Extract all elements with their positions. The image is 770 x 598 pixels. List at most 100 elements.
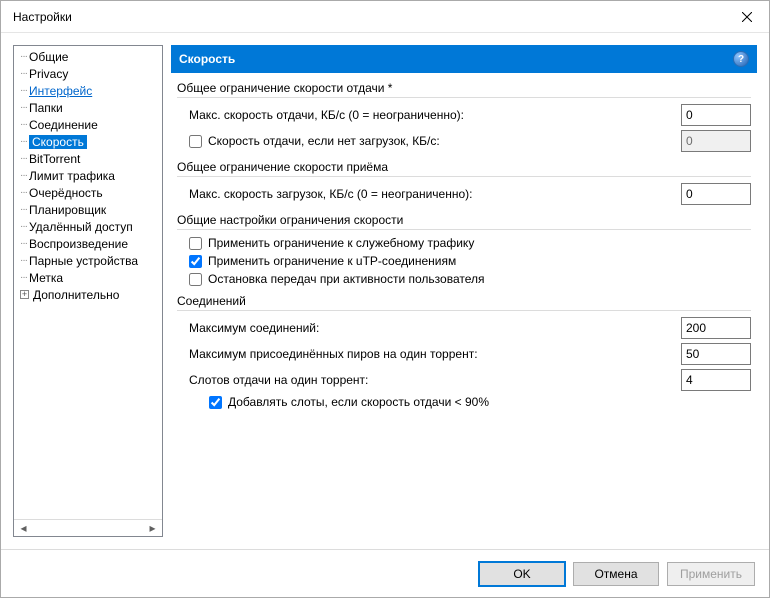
label-max-upload: Макс. скорость отдачи, КБ/с (0 = неогран…	[189, 108, 673, 122]
cancel-button[interactable]: Отмена	[573, 562, 659, 586]
label-max-download: Макс. скорость загрузок, КБ/с (0 = неогр…	[189, 187, 673, 201]
tree-item-14[interactable]: + Дополнительно	[16, 286, 160, 303]
tree-branch-icon: ···	[20, 187, 27, 198]
checkbox-add-slots[interactable]: Добавлять слоты, если скорость отдачи < …	[209, 395, 751, 409]
panel-title: Скорость	[179, 52, 235, 66]
group-title-download: Общее ограничение скорости приёма	[177, 160, 751, 177]
tree-branch-icon: ···	[20, 170, 27, 181]
checkbox-utp[interactable]: Применить ограничение к uTP-соединениям	[189, 254, 751, 268]
tree-item-13[interactable]: ···Метка	[16, 269, 160, 286]
tree-item-2[interactable]: ···Интерфейс	[16, 82, 160, 99]
tree-branch-icon: ···	[20, 119, 27, 130]
tree-horizontal-scrollbar[interactable]: ◂ ▸	[14, 519, 162, 536]
tree-item-label: Лимит трафика	[29, 169, 115, 183]
input-upload-slots[interactable]	[681, 369, 751, 391]
tree-item-label: Дополнительно	[33, 288, 119, 302]
group-download-limit: Общее ограничение скорости приёма Макс. …	[177, 160, 751, 205]
tree-branch-icon: ···	[20, 204, 27, 215]
dialog-footer: OK Отмена Применить	[1, 549, 769, 597]
tree-item-label: Интерфейс	[29, 84, 92, 98]
titlebar: Настройки	[1, 1, 769, 33]
row-upload-slots: Слотов отдачи на один торрент:	[189, 369, 751, 391]
scroll-left-arrow-icon[interactable]: ◂	[16, 521, 31, 536]
tree-item-5[interactable]: ···Скорость	[16, 133, 160, 150]
input-max-peers[interactable]	[681, 343, 751, 365]
tree-item-label: Общие	[29, 50, 68, 64]
input-max-connections[interactable]	[681, 317, 751, 339]
tree-item-label: Скорость	[29, 135, 87, 149]
label-utp: Применить ограничение к uTP-соединениям	[208, 254, 456, 268]
checkbox-user-activity-input[interactable]	[189, 273, 202, 286]
input-alt-upload	[681, 130, 751, 152]
tree-item-label: Воспроизведение	[29, 237, 128, 251]
group-common-settings: Общие настройки ограничения скорости При…	[177, 213, 751, 286]
label-add-slots: Добавлять слоты, если скорость отдачи < …	[228, 395, 489, 409]
tree-branch-icon: ···	[20, 85, 27, 96]
group-title-connections: Соединений	[177, 294, 751, 311]
label-alt-upload: Скорость отдачи, если нет загрузок, КБ/с…	[208, 134, 440, 148]
row-max-peers: Максимум присоединённых пиров на один то…	[189, 343, 751, 365]
tree-branch-icon: ···	[20, 221, 27, 232]
tree-item-label: Парные устройства	[29, 254, 138, 268]
tree-item-label: BitTorrent	[29, 152, 80, 166]
tree-item-7[interactable]: ···Лимит трафика	[16, 167, 160, 184]
checkbox-add-slots-input[interactable]	[209, 396, 222, 409]
tree-branch-icon: ···	[20, 272, 27, 283]
close-icon	[742, 12, 752, 22]
row-max-download: Макс. скорость загрузок, КБ/с (0 = неогр…	[189, 183, 751, 205]
tree-item-label: Очерёдность	[29, 186, 103, 200]
tree-item-1[interactable]: ···Privacy	[16, 65, 160, 82]
help-icon[interactable]: ?	[733, 51, 749, 67]
row-alt-upload: Скорость отдачи, если нет загрузок, КБ/с…	[189, 130, 751, 152]
label-overhead: Применить ограничение к служебному трафи…	[208, 236, 474, 250]
tree-item-12[interactable]: ···Парные устройства	[16, 252, 160, 269]
tree-branch-icon: ···	[20, 51, 27, 62]
tree-branch-icon: ···	[20, 238, 27, 249]
tree-item-4[interactable]: ···Соединение	[16, 116, 160, 133]
group-connections: Соединений Максимум соединений: Максимум…	[177, 294, 751, 409]
tree-item-8[interactable]: ···Очерёдность	[16, 184, 160, 201]
tree-item-label: Метка	[29, 271, 63, 285]
dialog-body: ···Общие···Privacy···Интерфейс···Папки··…	[1, 33, 769, 549]
window-title: Настройки	[13, 10, 72, 24]
tree-branch-icon: ···	[20, 136, 27, 147]
panel-content: Общее ограничение скорости отдачи * Макс…	[171, 73, 757, 537]
tree-item-0[interactable]: ···Общие	[16, 48, 160, 65]
tree-item-6[interactable]: ···BitTorrent	[16, 150, 160, 167]
tree-branch-icon: ···	[20, 102, 27, 113]
tree-item-label: Удалённый доступ	[29, 220, 133, 234]
tree-item-label: Privacy	[29, 67, 68, 81]
checkbox-user-activity[interactable]: Остановка передач при активности пользов…	[189, 272, 751, 286]
label-user-activity: Остановка передач при активности пользов…	[208, 272, 485, 286]
ok-button[interactable]: OK	[479, 562, 565, 586]
row-max-upload: Макс. скорость отдачи, КБ/с (0 = неогран…	[189, 104, 751, 126]
settings-dialog: Настройки ···Общие···Privacy···Интерфейс…	[0, 0, 770, 598]
expand-icon[interactable]: +	[20, 290, 29, 299]
checkbox-utp-input[interactable]	[189, 255, 202, 268]
tree-item-label: Папки	[29, 101, 63, 115]
scroll-right-arrow-icon[interactable]: ▸	[145, 521, 160, 536]
checkbox-overhead[interactable]: Применить ограничение к служебному трафи…	[189, 236, 751, 250]
group-upload-limit: Общее ограничение скорости отдачи * Макс…	[177, 81, 751, 152]
tree-item-11[interactable]: ···Воспроизведение	[16, 235, 160, 252]
group-title-upload: Общее ограничение скорости отдачи *	[177, 81, 751, 98]
panel-header: Скорость ?	[171, 45, 757, 73]
tree-item-label: Планировщик	[29, 203, 106, 217]
checkbox-alt-upload[interactable]: Скорость отдачи, если нет загрузок, КБ/с…	[189, 134, 673, 148]
input-max-download[interactable]	[681, 183, 751, 205]
main-panel: Скорость ? Общее ограничение скорости от…	[171, 45, 757, 537]
tree-item-9[interactable]: ···Планировщик	[16, 201, 160, 218]
close-button[interactable]	[724, 1, 769, 33]
label-max-peers: Максимум присоединённых пиров на один то…	[189, 347, 673, 361]
category-tree: ···Общие···Privacy···Интерфейс···Папки··…	[13, 45, 163, 537]
checkbox-overhead-input[interactable]	[189, 237, 202, 250]
apply-button[interactable]: Применить	[667, 562, 755, 586]
tree-branch-icon: ···	[20, 153, 27, 164]
tree-item-label: Соединение	[29, 118, 98, 132]
tree-item-10[interactable]: ···Удалённый доступ	[16, 218, 160, 235]
tree-branch-icon: ···	[20, 255, 27, 266]
tree-branch-icon: ···	[20, 68, 27, 79]
tree-item-3[interactable]: ···Папки	[16, 99, 160, 116]
checkbox-alt-upload-input[interactable]	[189, 135, 202, 148]
input-max-upload[interactable]	[681, 104, 751, 126]
